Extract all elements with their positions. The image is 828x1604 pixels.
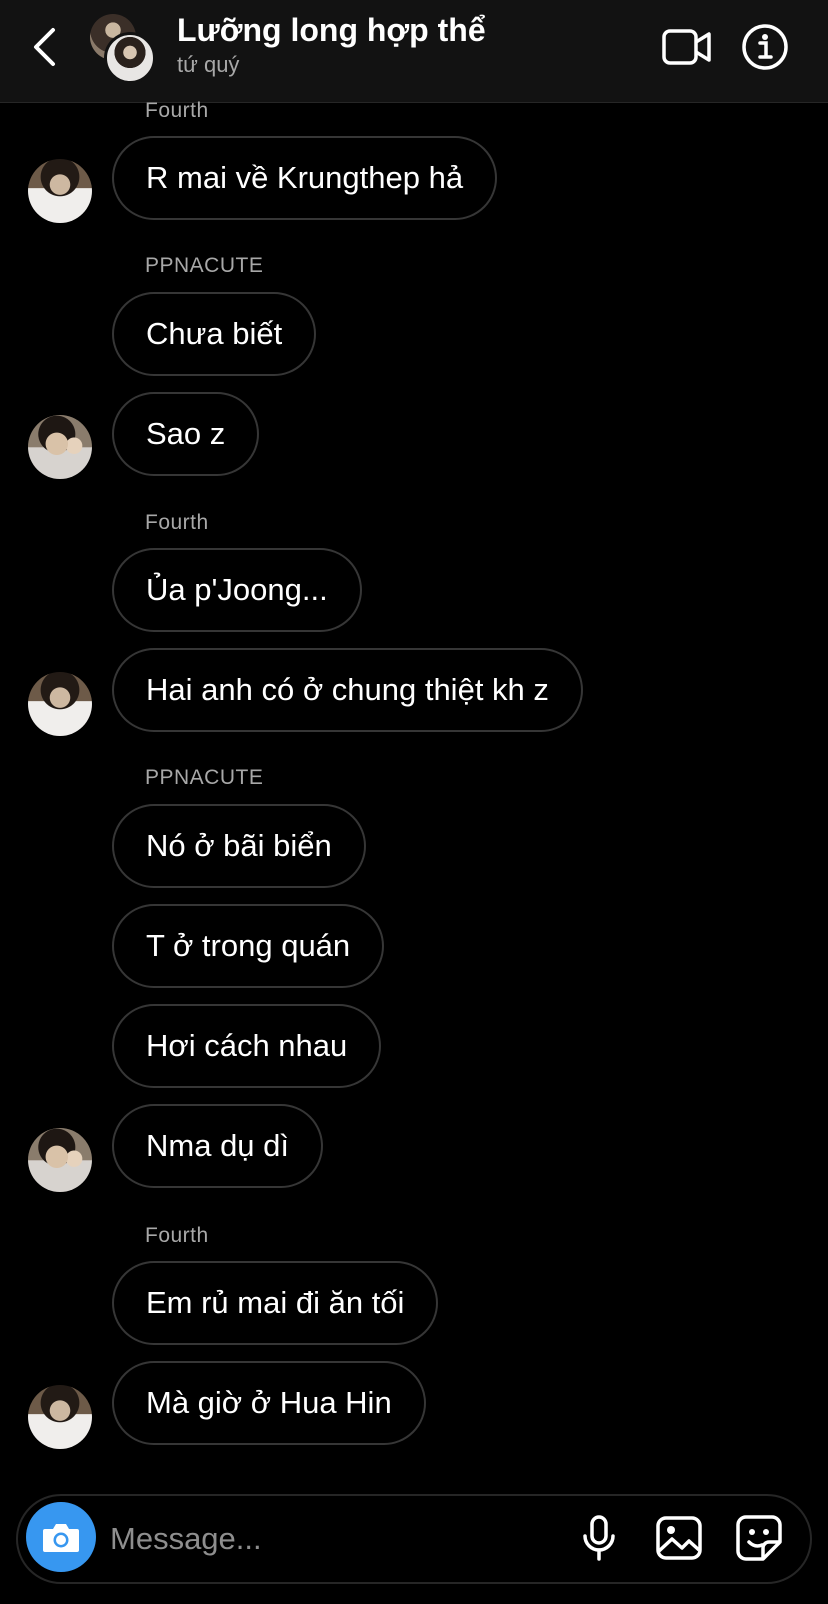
message-input[interactable] xyxy=(108,1510,542,1568)
sticker-icon xyxy=(736,1515,782,1561)
video-camera-icon xyxy=(662,29,711,65)
chat-subtitle: tứ quý xyxy=(177,52,240,77)
sender-name: Fourth xyxy=(145,511,209,534)
sender-name: Fourth xyxy=(145,99,209,122)
message-bubble[interactable]: Hơi cách nhau xyxy=(112,1004,382,1088)
sticker-button[interactable] xyxy=(731,1510,787,1566)
video-call-button[interactable] xyxy=(660,24,714,70)
avatar[interactable] xyxy=(28,672,92,736)
message-bubble[interactable]: Nma dụ dì xyxy=(112,1104,324,1188)
message-bubble[interactable]: Nó ở bãi biển xyxy=(112,804,366,888)
chat-title[interactable]: Lưỡng long hợp thể xyxy=(177,12,486,49)
microphone-icon xyxy=(583,1515,615,1561)
camera-button[interactable] xyxy=(26,1502,96,1572)
image-icon xyxy=(656,1516,702,1560)
chat-header: Lưỡng long hợp thể tứ quý xyxy=(0,0,828,103)
gallery-button[interactable] xyxy=(651,1510,707,1566)
message-bubble[interactable]: Sao z xyxy=(112,392,260,476)
avatar[interactable] xyxy=(28,1385,92,1449)
sender-name: Fourth xyxy=(145,1224,209,1247)
message-bubble[interactable]: R mai về Krungthep hả xyxy=(112,136,498,220)
message-bubble[interactable]: Chưa biết xyxy=(112,292,317,376)
info-button[interactable] xyxy=(740,22,790,72)
avatar[interactable] xyxy=(28,159,92,223)
message-composer xyxy=(16,1494,812,1584)
message-bubble[interactable]: Ủa p'Joong... xyxy=(112,548,362,632)
avatar[interactable] xyxy=(28,1128,92,1192)
avatar xyxy=(104,32,156,84)
message-bubble[interactable]: Hai anh có ở chung thiệt kh z xyxy=(112,648,583,732)
back-button[interactable] xyxy=(22,22,66,72)
sender-name: PPNACUTE xyxy=(145,254,264,277)
avatar[interactable] xyxy=(28,415,92,479)
sender-name: PPNACUTE xyxy=(145,766,264,789)
message-bubble[interactable]: Mà giờ ở Hua Hin xyxy=(112,1361,426,1445)
message-bubble[interactable]: Em rủ mai đi ăn tối xyxy=(112,1261,439,1345)
info-icon xyxy=(742,24,788,70)
message-bubble[interactable]: T ở trong quán xyxy=(112,904,385,988)
chevron-left-icon xyxy=(34,28,55,66)
group-avatar[interactable] xyxy=(90,14,156,84)
camera-icon xyxy=(43,1524,79,1552)
voice-message-button[interactable] xyxy=(571,1510,627,1566)
